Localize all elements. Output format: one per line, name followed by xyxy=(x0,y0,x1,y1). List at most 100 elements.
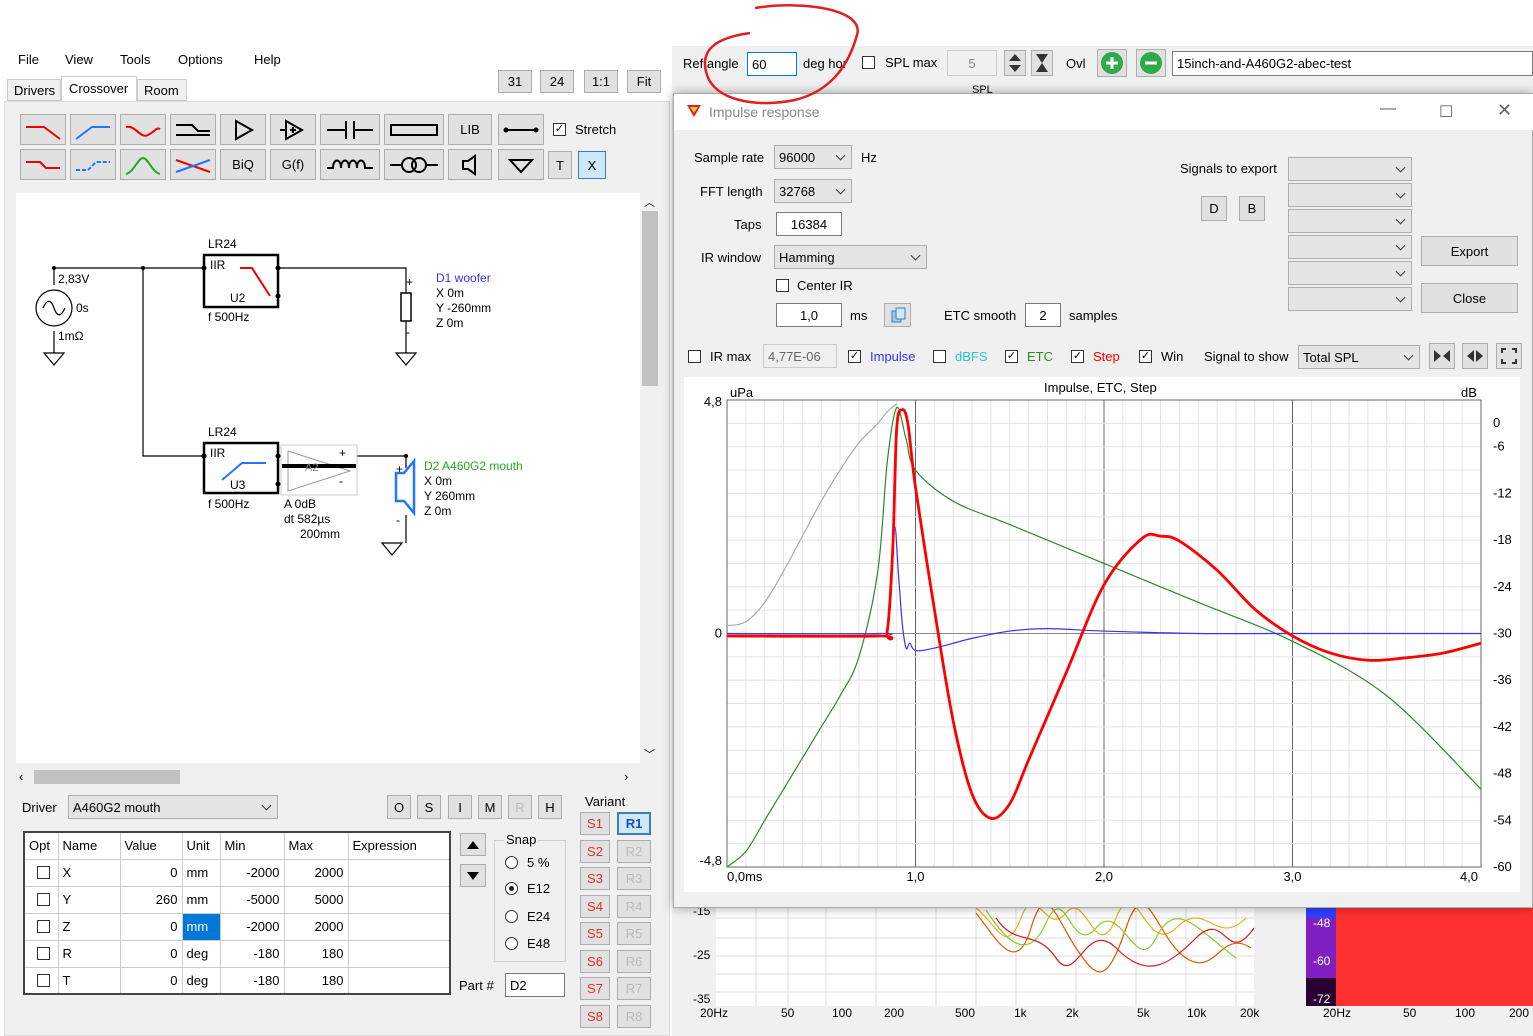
allpass-filter-button[interactable] xyxy=(20,149,66,180)
biquad-button[interactable]: BiQ xyxy=(220,149,266,180)
variant-s4[interactable]: S4 xyxy=(580,895,610,918)
amplifier-button[interactable] xyxy=(270,114,316,145)
highpass-filter-button[interactable] xyxy=(70,114,116,145)
wire-button[interactable] xyxy=(498,114,544,145)
snap-e48-radio[interactable] xyxy=(505,937,518,950)
ms-input[interactable]: 1,0 xyxy=(776,303,842,327)
transfer-function-button[interactable]: G(f) xyxy=(270,149,316,180)
step-checkbox[interactable] xyxy=(1071,350,1084,363)
row-value[interactable]: 0 xyxy=(119,939,183,968)
shelf-filter-button[interactable] xyxy=(170,114,216,145)
export-signal-select-1[interactable] xyxy=(1288,157,1412,181)
variant-s1[interactable]: S1 xyxy=(580,812,610,835)
sample-rate-select[interactable]: 96000 xyxy=(774,145,852,169)
buffer-button[interactable] xyxy=(220,114,266,145)
x-tool-button[interactable]: X xyxy=(578,151,606,179)
dbfs-checkbox[interactable] xyxy=(933,350,946,363)
zoom-1-1-button[interactable]: 1:1 xyxy=(584,70,618,93)
row-min[interactable]: -5000 xyxy=(219,885,285,914)
move-up-button[interactable] xyxy=(460,833,486,856)
speaker-button[interactable] xyxy=(448,149,492,180)
zoom-in-x-button[interactable] xyxy=(1429,343,1455,369)
row-unit[interactable]: deg xyxy=(181,939,221,968)
scroll-up-icon[interactable]: ︿ xyxy=(644,194,655,210)
row-unit-selected[interactable]: mm xyxy=(181,912,221,941)
variant-r1[interactable]: R1 xyxy=(617,812,651,835)
d-button[interactable]: D xyxy=(1201,196,1227,221)
vertical-scrollbar[interactable]: ︿ ﹀ xyxy=(640,193,660,763)
row-expression[interactable] xyxy=(347,912,451,941)
row-expression[interactable] xyxy=(347,885,451,914)
opt-checkbox[interactable] xyxy=(37,946,50,960)
tab-crossover[interactable]: Crossover xyxy=(61,76,137,101)
d1-name[interactable]: D1 woofer xyxy=(436,271,491,285)
row-value[interactable]: 0 xyxy=(119,966,183,995)
driver-s-button[interactable]: S xyxy=(417,795,441,819)
variant-s8[interactable]: S8 xyxy=(580,1005,610,1028)
etc-smooth-input[interactable]: 2 xyxy=(1025,303,1061,327)
resistor-button[interactable] xyxy=(384,114,444,145)
row-value[interactable]: 260 xyxy=(119,885,183,914)
scroll-right-icon[interactable]: › xyxy=(624,769,628,784)
driver-m-button[interactable]: M xyxy=(478,795,502,819)
export-signal-select-6[interactable] xyxy=(1288,287,1412,311)
minimize-icon[interactable]: — xyxy=(1380,100,1396,118)
menu-file[interactable]: File xyxy=(18,52,39,67)
variant-s6[interactable]: S6 xyxy=(580,950,610,973)
row-unit[interactable]: mm xyxy=(181,858,221,887)
signal-show-select[interactable]: Total SPL xyxy=(1298,345,1420,369)
horizontal-scrollbar[interactable]: ‹ › xyxy=(16,768,640,786)
copy-button[interactable] xyxy=(884,303,911,327)
menu-tools[interactable]: Tools xyxy=(120,52,150,67)
driver-i-button[interactable]: I xyxy=(448,795,472,819)
ir-max-checkbox[interactable] xyxy=(688,350,701,363)
d2-name[interactable]: D2 A460G2 mouth xyxy=(424,459,523,473)
row-max[interactable]: 180 xyxy=(283,966,349,995)
fullscreen-button[interactable] xyxy=(1496,343,1522,369)
center-ir-checkbox[interactable] xyxy=(776,279,789,292)
updown-spin-button[interactable] xyxy=(1004,50,1026,76)
menu-help[interactable]: Help xyxy=(254,52,281,67)
hscroll-thumb[interactable] xyxy=(34,770,180,784)
export-button[interactable]: Export xyxy=(1421,236,1518,266)
table-row[interactable]: T 0 deg -180 180 xyxy=(23,966,451,995)
transformer-button[interactable] xyxy=(384,149,444,180)
variant-s2[interactable]: S2 xyxy=(580,840,610,863)
variant-s3[interactable]: S3 xyxy=(580,867,610,890)
row-max[interactable]: 2000 xyxy=(283,912,349,941)
taps-input[interactable]: 16384 xyxy=(776,212,842,236)
row-max[interactable]: 180 xyxy=(283,939,349,968)
move-down-button[interactable] xyxy=(460,864,486,887)
spl-max-input[interactable]: 5 xyxy=(947,50,997,76)
fft-length-select[interactable]: 32768 xyxy=(774,179,852,203)
row-value[interactable]: 0 xyxy=(119,858,183,887)
row-value[interactable]: 0 xyxy=(119,912,183,941)
row-max[interactable]: 2000 xyxy=(283,858,349,887)
inductor-button[interactable] xyxy=(320,149,380,180)
driver-h-button[interactable]: H xyxy=(538,795,562,819)
table-row[interactable]: Z 0 mm -2000 2000 xyxy=(23,912,451,941)
export-signal-select-5[interactable] xyxy=(1288,261,1412,285)
opt-checkbox[interactable] xyxy=(37,865,50,879)
variant-s5[interactable]: S5 xyxy=(580,922,610,945)
row-expression[interactable] xyxy=(347,939,451,968)
text-tool-button[interactable]: T xyxy=(548,151,572,179)
scroll-down-icon[interactable]: ﹀ xyxy=(644,746,655,762)
bandpass-filter-button[interactable] xyxy=(120,114,166,145)
snap-e24-radio[interactable] xyxy=(505,910,518,923)
row-min[interactable]: -2000 xyxy=(219,858,285,887)
row-expression[interactable] xyxy=(347,858,451,887)
driver-o-button[interactable]: O xyxy=(387,795,411,819)
variant-s7[interactable]: S7 xyxy=(580,977,610,1000)
tab-drivers[interactable]: Drivers xyxy=(7,79,61,101)
tab-room[interactable]: Room xyxy=(137,79,187,101)
table-row[interactable]: Y 260 mm -5000 5000 xyxy=(23,885,451,914)
hourglass-button[interactable] xyxy=(1031,50,1053,76)
menu-options[interactable]: Options xyxy=(178,52,223,67)
ir-window-select[interactable]: Hamming xyxy=(774,245,927,269)
snap-e12-radio[interactable] xyxy=(505,882,518,895)
zoom-24-button[interactable]: 24 xyxy=(540,70,574,93)
part-input[interactable]: D2 xyxy=(505,973,565,997)
row-min[interactable]: -180 xyxy=(219,939,285,968)
impulse-checkbox[interactable] xyxy=(848,350,861,363)
